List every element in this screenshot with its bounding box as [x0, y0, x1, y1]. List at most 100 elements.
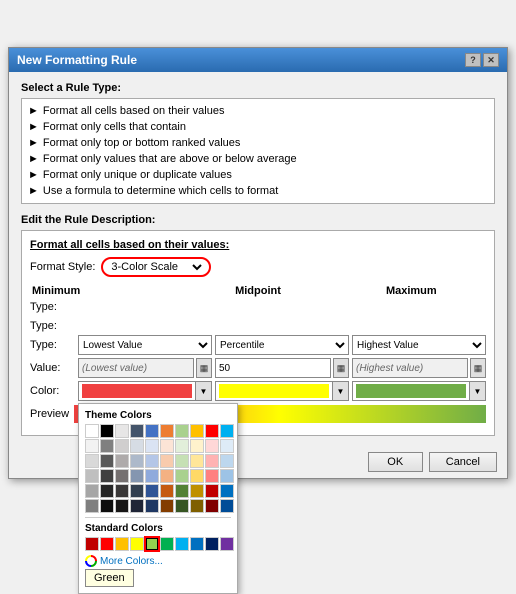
standard-color-0[interactable] [85, 537, 99, 551]
theme-color-30[interactable] [85, 469, 99, 483]
theme-color-39[interactable] [220, 469, 234, 483]
theme-color-12[interactable] [115, 439, 129, 453]
theme-color-3[interactable] [130, 424, 144, 438]
max-color-dropdown-arrow[interactable]: ▼ [469, 382, 485, 400]
standard-color-9[interactable] [220, 537, 234, 551]
theme-color-26[interactable] [175, 454, 189, 468]
theme-color-37[interactable] [190, 469, 204, 483]
theme-color-52[interactable] [115, 499, 129, 513]
rule-item-5[interactable]: ► Use a formula to determine which cells… [28, 183, 488, 199]
theme-color-54[interactable] [145, 499, 159, 513]
mid-type-dropdown[interactable]: Percentile Number Percent Formula [215, 335, 349, 355]
theme-color-49[interactable] [220, 484, 234, 498]
theme-color-17[interactable] [190, 439, 204, 453]
theme-color-51[interactable] [100, 499, 114, 513]
help-button[interactable]: ? [465, 53, 481, 67]
theme-color-7[interactable] [190, 424, 204, 438]
theme-color-34[interactable] [145, 469, 159, 483]
theme-color-6[interactable] [175, 424, 189, 438]
standard-color-7[interactable] [190, 537, 204, 551]
mid-type-select[interactable]: Percentile Number Percent Formula [216, 336, 348, 354]
theme-color-22[interactable] [115, 454, 129, 468]
min-type-dropdown[interactable]: Lowest Value Number Percent Formula Perc… [78, 335, 212, 355]
theme-color-46[interactable] [175, 484, 189, 498]
more-colors-link[interactable]: More Colors... [85, 555, 231, 567]
theme-color-53[interactable] [130, 499, 144, 513]
theme-color-58[interactable] [205, 499, 219, 513]
theme-color-48[interactable] [205, 484, 219, 498]
theme-color-23[interactable] [130, 454, 144, 468]
max-type-select[interactable]: Highest Value Number Percent Formula Per… [353, 336, 485, 354]
theme-color-40[interactable] [85, 484, 99, 498]
theme-color-18[interactable] [205, 439, 219, 453]
theme-color-14[interactable] [145, 439, 159, 453]
max-color-button[interactable]: ▼ [352, 381, 486, 401]
standard-color-3[interactable] [130, 537, 144, 551]
theme-color-41[interactable] [100, 484, 114, 498]
max-value-ref-btn[interactable]: ▦ [470, 358, 486, 378]
theme-color-33[interactable] [130, 469, 144, 483]
format-style-select[interactable]: 3-Color Scale 2-Color Scale Data Bar Ico… [107, 260, 205, 274]
theme-color-25[interactable] [160, 454, 174, 468]
mid-color-dropdown-arrow[interactable]: ▼ [332, 382, 348, 400]
cancel-button[interactable]: Cancel [429, 452, 497, 472]
format-style-select-wrapper[interactable]: 3-Color Scale 2-Color Scale Data Bar Ico… [101, 257, 211, 277]
theme-color-27[interactable] [190, 454, 204, 468]
standard-color-8[interactable] [205, 537, 219, 551]
theme-color-42[interactable] [115, 484, 129, 498]
theme-color-2[interactable] [115, 424, 129, 438]
mid-value-ref-btn[interactable]: ▦ [333, 358, 349, 378]
theme-color-56[interactable] [175, 499, 189, 513]
theme-color-28[interactable] [205, 454, 219, 468]
theme-color-19[interactable] [220, 439, 234, 453]
max-type-dropdown[interactable]: Highest Value Number Percent Formula Per… [352, 335, 486, 355]
theme-color-11[interactable] [100, 439, 114, 453]
theme-color-24[interactable] [145, 454, 159, 468]
close-button[interactable]: ✕ [483, 53, 499, 67]
rule-item-1[interactable]: ► Format only cells that contain [28, 119, 488, 135]
theme-color-45[interactable] [160, 484, 174, 498]
min-type-select[interactable]: Lowest Value Number Percent Formula Perc… [79, 336, 211, 354]
theme-color-38[interactable] [205, 469, 219, 483]
standard-color-4[interactable] [145, 537, 159, 551]
theme-color-44[interactable] [145, 484, 159, 498]
standard-color-5[interactable] [160, 537, 174, 551]
standard-color-2[interactable] [115, 537, 129, 551]
theme-color-1[interactable] [100, 424, 114, 438]
theme-color-20[interactable] [85, 454, 99, 468]
mid-value-input[interactable] [215, 358, 331, 378]
theme-color-57[interactable] [190, 499, 204, 513]
theme-color-0[interactable] [85, 424, 99, 438]
theme-color-55[interactable] [160, 499, 174, 513]
theme-color-43[interactable] [130, 484, 144, 498]
theme-color-16[interactable] [175, 439, 189, 453]
max-value-input[interactable] [352, 358, 468, 378]
theme-color-9[interactable] [220, 424, 234, 438]
min-value-input[interactable] [78, 358, 194, 378]
theme-color-47[interactable] [190, 484, 204, 498]
ok-button[interactable]: OK [368, 452, 423, 472]
theme-color-8[interactable] [205, 424, 219, 438]
theme-color-15[interactable] [160, 439, 174, 453]
standard-color-1[interactable] [100, 537, 114, 551]
theme-color-21[interactable] [100, 454, 114, 468]
theme-color-36[interactable] [175, 469, 189, 483]
min-color-dropdown-arrow[interactable]: ▼ [195, 382, 211, 400]
theme-color-35[interactable] [160, 469, 174, 483]
theme-color-5[interactable] [160, 424, 174, 438]
rule-item-2[interactable]: ► Format only top or bottom ranked value… [28, 135, 488, 151]
theme-color-50[interactable] [85, 499, 99, 513]
theme-color-31[interactable] [100, 469, 114, 483]
theme-color-10[interactable] [85, 439, 99, 453]
min-value-ref-btn[interactable]: ▦ [196, 358, 212, 378]
theme-color-59[interactable] [220, 499, 234, 513]
more-colors-text[interactable]: More Colors... [100, 556, 163, 567]
rule-item-0[interactable]: ► Format all cells based on their values [28, 103, 488, 119]
mid-color-button[interactable]: ▼ [215, 381, 349, 401]
theme-color-4[interactable] [145, 424, 159, 438]
standard-color-6[interactable] [175, 537, 189, 551]
min-color-button[interactable]: ▼ [78, 381, 212, 401]
rule-item-3[interactable]: ► Format only values that are above or b… [28, 151, 488, 167]
theme-color-13[interactable] [130, 439, 144, 453]
theme-color-29[interactable] [220, 454, 234, 468]
